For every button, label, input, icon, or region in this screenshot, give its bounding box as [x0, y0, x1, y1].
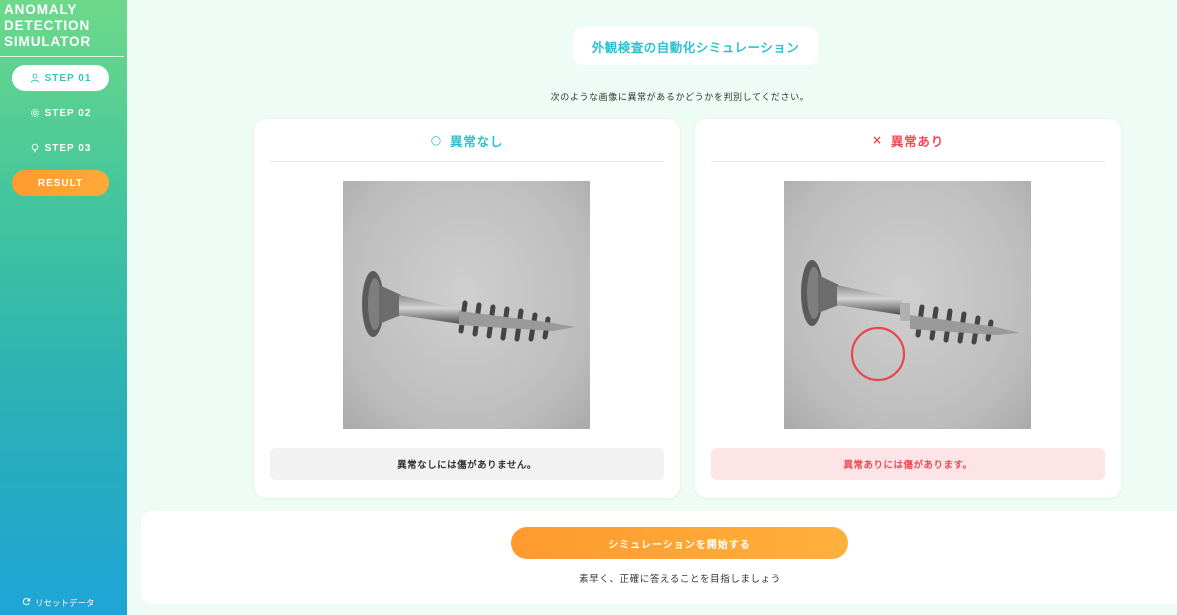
reset-data-link[interactable]: リセットデータ	[22, 597, 95, 609]
start-simulation-button[interactable]: シミュレーションを開始する	[511, 527, 848, 559]
card-heading-label: 異常あり	[890, 133, 945, 149]
cross-mark-icon: ×	[871, 133, 883, 147]
logo-line-3: SIMULATOR	[4, 34, 92, 49]
reset-data-label: リセットデータ	[35, 599, 95, 609]
sidebar: ANOMALY DETECTION SIMULATOR STEP 01 STEP…	[0, 0, 127, 615]
lightbulb-icon	[30, 143, 40, 153]
screw-defect-icon	[801, 260, 1020, 382]
defect-highlight-circle	[850, 326, 906, 382]
result-button[interactable]: RESULT	[12, 170, 109, 196]
card-heading: × 異常あり	[711, 119, 1105, 162]
normal-note: 異常なしには傷がありません。	[270, 448, 664, 480]
anomaly-sample-card: × 異常あり 異常ありには傷があります。	[695, 119, 1121, 498]
instruction-text: 次のような画像に異常があるかどうかを判別してください。	[550, 93, 810, 103]
gear-icon	[30, 108, 40, 118]
logo-line-2: DETECTION	[4, 18, 91, 33]
sidebar-item-label: STEP 02	[44, 107, 92, 119]
logo-line-1: ANOMALY	[4, 2, 78, 17]
card-heading-label: 異常なし	[450, 133, 504, 149]
normal-sample-card: ○ 異常なし 異常なしには傷がありません。	[254, 119, 680, 498]
sidebar-item-step-01[interactable]: STEP 01	[12, 65, 109, 91]
user-icon	[30, 73, 40, 83]
normal-screw-image	[343, 181, 590, 429]
app-logo: ANOMALY DETECTION SIMULATOR	[4, 2, 124, 50]
sidebar-item-step-02[interactable]: STEP 02	[12, 100, 109, 126]
encouragement-text: 素早く、正確に答えることを目指しましょう	[579, 574, 781, 585]
sidebar-item-label: STEP 03	[44, 142, 92, 154]
defect-screw-image	[784, 181, 1031, 429]
page-title: 外観検査の自動化シミュレーション	[573, 27, 818, 65]
card-heading: ○ 異常なし	[270, 119, 664, 162]
sidebar-item-step-03[interactable]: STEP 03	[12, 135, 109, 161]
screw-icon	[362, 271, 575, 342]
refresh-icon	[22, 597, 35, 609]
logo-divider	[0, 56, 124, 57]
anomaly-note: 異常ありには傷があります。	[711, 448, 1105, 480]
circle-mark-icon: ○	[430, 133, 443, 147]
sidebar-item-label: STEP 01	[44, 72, 92, 84]
